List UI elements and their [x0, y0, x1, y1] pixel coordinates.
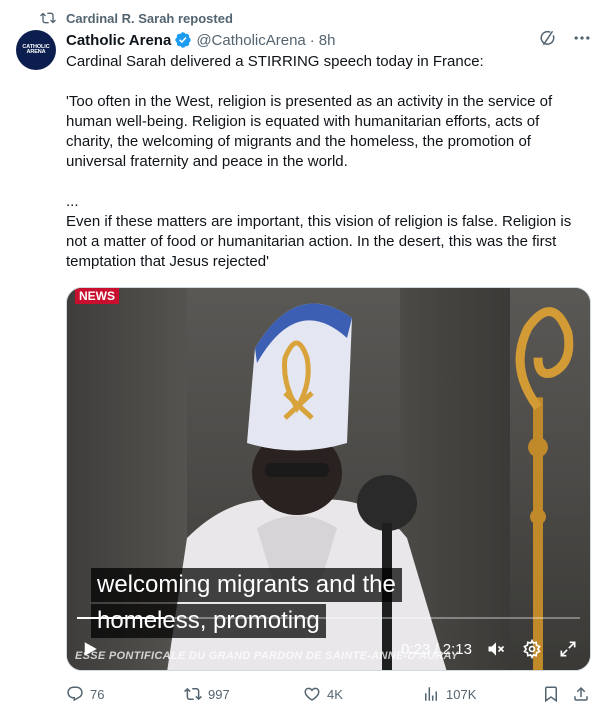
tweet-text: Cardinal Sarah delivered a STIRRING spee…	[66, 52, 588, 272]
grok-icon[interactable]	[538, 28, 558, 48]
repost-label: Cardinal R. Sarah reposted	[66, 10, 233, 26]
bookmark-button[interactable]	[542, 685, 560, 703]
share-icon	[574, 686, 588, 701]
repost-action-icon	[184, 687, 202, 701]
avatar[interactable]: CATHOLIC ARENA	[16, 30, 56, 70]
more-options-icon[interactable]	[572, 28, 592, 48]
tweet-ellipsis: ...	[66, 193, 79, 210]
news-tag: NEWS	[75, 288, 119, 304]
video-player[interactable]: NEWS welcoming migrants and the homeless…	[66, 287, 591, 671]
tweet-paragraph-2: Even if these matters are important, thi…	[66, 213, 572, 270]
share-button[interactable]	[572, 685, 590, 703]
tweet-actions: 76 997 4K 107K	[66, 684, 596, 704]
repost-count: 997	[208, 686, 230, 702]
verified-badge-icon[interactable]	[174, 31, 192, 49]
video-crozier	[515, 307, 574, 670]
reply-icon	[67, 686, 83, 702]
video-controls: 0:23 / 2:13	[67, 634, 590, 664]
author-name[interactable]: Catholic Arena	[66, 32, 171, 49]
post-time[interactable]: 8h	[319, 32, 336, 49]
avatar-text: CATHOLIC ARENA	[22, 43, 50, 55]
tweet-line-intro: Cardinal Sarah delivered a STIRRING spee…	[66, 53, 484, 70]
reply-count: 76	[90, 686, 105, 702]
like-button[interactable]: 4K	[303, 685, 343, 703]
heart-icon	[304, 687, 320, 701]
video-progress-fill	[77, 617, 165, 619]
settings-icon[interactable]	[522, 639, 542, 659]
views-chart-icon	[425, 687, 437, 701]
author-handle[interactable]: @CatholicArena	[196, 32, 305, 49]
mute-icon[interactable]	[486, 639, 506, 659]
video-progress-bar[interactable]	[77, 617, 580, 619]
repost-button[interactable]: 997	[184, 685, 230, 703]
subtitle-line-2: homeless, promoting	[91, 604, 326, 638]
repost-icon	[40, 12, 56, 24]
bookmark-icon	[545, 686, 557, 703]
subtitle-line-1: welcoming migrants and the	[91, 568, 402, 602]
header-actions	[538, 28, 592, 48]
fullscreen-icon[interactable]	[558, 639, 578, 659]
tweet-header: Catholic Arena @CatholicArena · 8h	[66, 30, 592, 50]
tweet-paragraph-1: 'Too often in the West, religion is pres…	[66, 93, 553, 170]
views-button[interactable]: 107K	[422, 685, 476, 703]
reply-button[interactable]: 76	[66, 685, 104, 703]
play-icon[interactable]	[81, 640, 99, 658]
repost-indicator[interactable]: Cardinal R. Sarah reposted	[40, 8, 233, 28]
views-count: 107K	[446, 686, 477, 702]
separator-dot: ·	[309, 31, 315, 49]
like-count: 4K	[327, 686, 343, 702]
video-time-readout: 0:23 / 2:13	[401, 640, 472, 658]
